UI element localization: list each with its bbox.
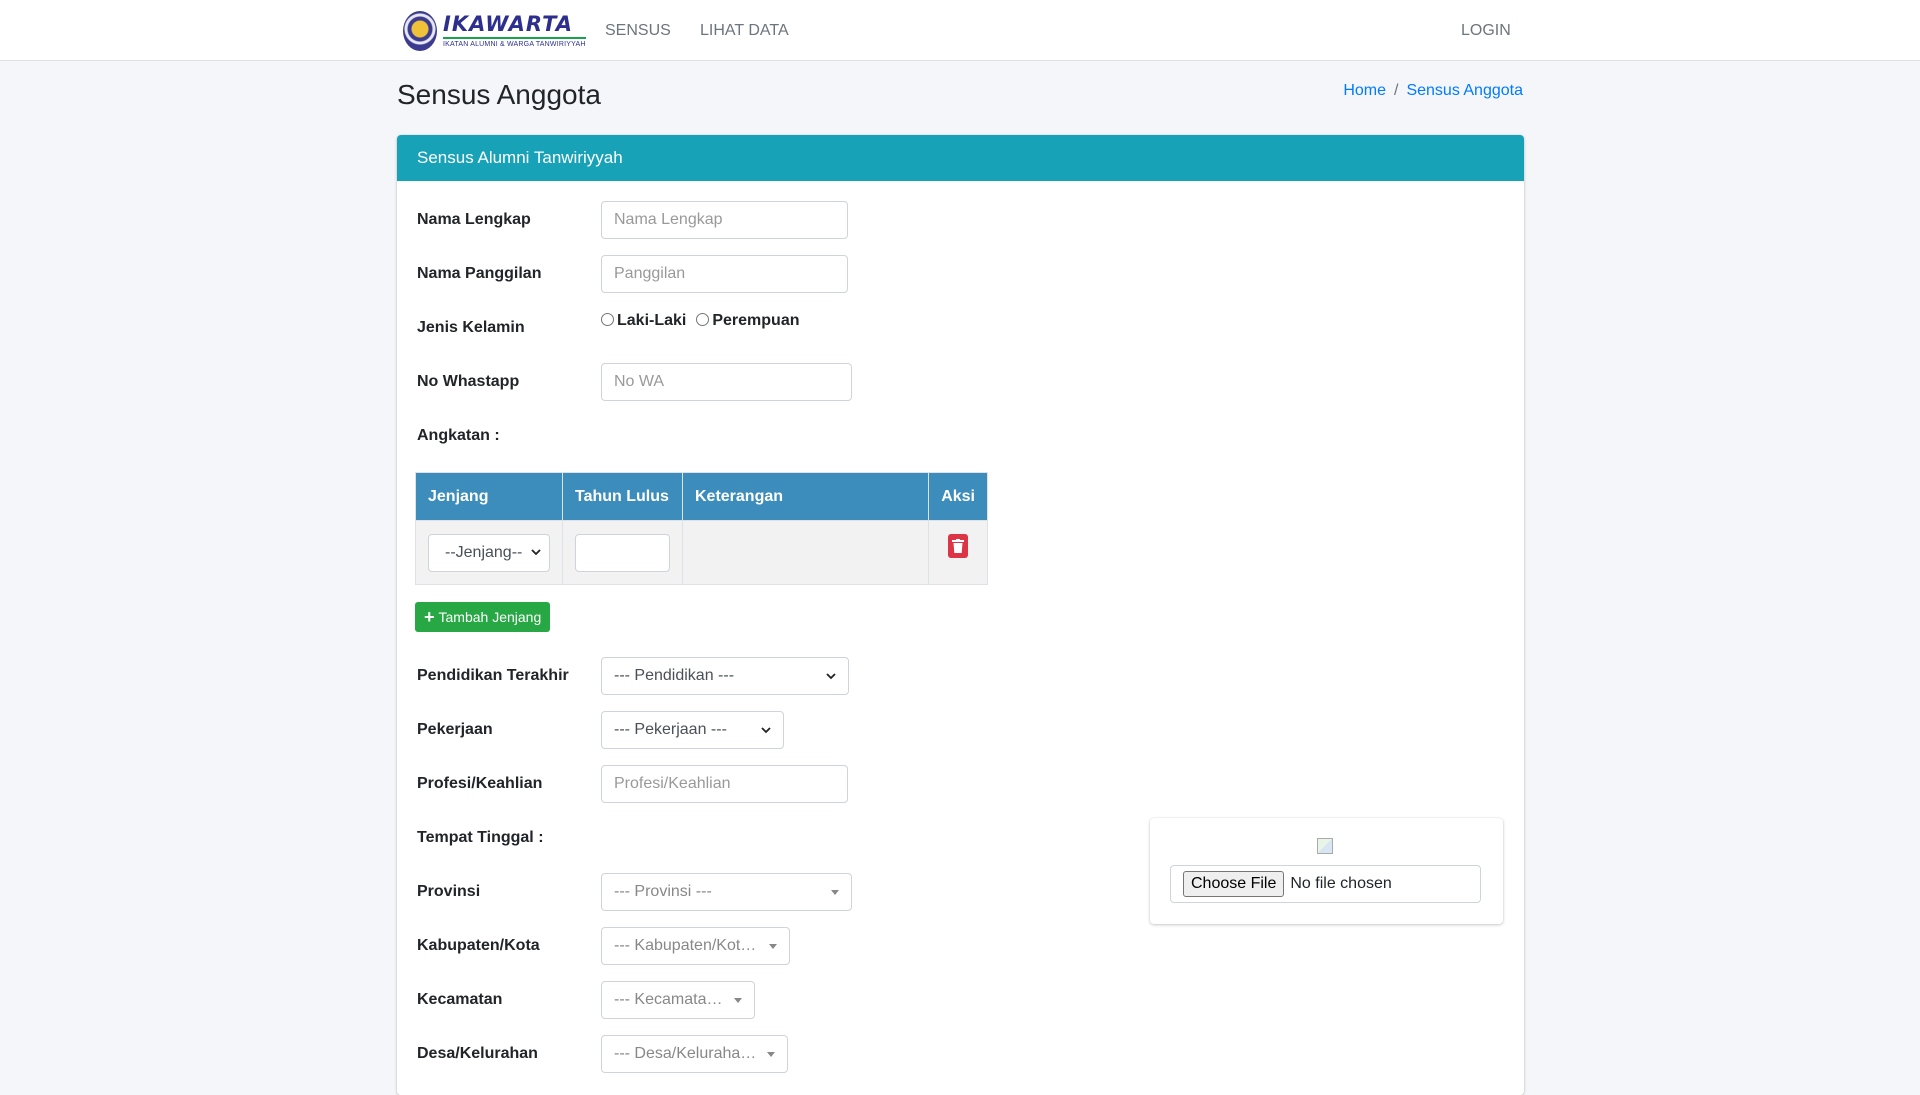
desa-select[interactable]: --- Desa/Kelurahan --- (601, 1035, 788, 1073)
radio-button-perempuan[interactable] (696, 312, 710, 326)
caret-down-icon (769, 943, 777, 949)
breadcrumb-separator: / (1394, 82, 1399, 99)
radio-laki-laki[interactable]: Laki-Laki (601, 312, 686, 330)
jenjang-select[interactable]: --Jenjang-- (428, 533, 550, 572)
caret-down-icon (734, 997, 742, 1003)
kabupaten-select[interactable]: --- Kabupaten/Kota --- (601, 927, 790, 965)
nav-link-login[interactable]: LOGIN (1461, 21, 1511, 40)
pendidikan-select-value: --- Pendidikan --- (614, 667, 735, 684)
th-keterangan: Keterangan (681, 472, 930, 521)
brand-underline (443, 36, 586, 39)
radio-label-laki-laki: Laki-Laki (617, 312, 687, 329)
kecamatan-select[interactable]: --- Kecamatan --- (601, 981, 755, 1019)
label-kabupaten: Kabupaten/Kota (417, 937, 540, 954)
provinsi-select[interactable]: --- Provinsi --- (601, 873, 852, 911)
kabupaten-select-value: --- Kabupaten/Kota --- (614, 937, 761, 954)
pekerjaan-select[interactable]: --- Pekerjaan --- (601, 711, 784, 749)
chevron-down-icon (761, 726, 771, 733)
nama-panggilan-input[interactable] (601, 255, 848, 293)
label-angkatan: Angkatan : (417, 427, 500, 444)
tahun-lulus-input[interactable] (575, 533, 670, 572)
breadcrumb-home[interactable]: Home (1343, 81, 1386, 100)
provinsi-select-value: --- Provinsi --- (614, 883, 712, 900)
tambah-jenjang-button[interactable]: + Tambah Jenjang (415, 602, 551, 632)
table-header-row: Jenjang Tahun Lulus Keterangan Aksi (415, 472, 988, 521)
radio-button-laki-laki[interactable] (601, 312, 614, 326)
card-title: Sensus Alumni Tanwiriyyah (397, 135, 1524, 181)
choose-file-button[interactable]: Choose File (1183, 871, 1285, 897)
seal-icon (403, 10, 437, 51)
cell-jenjang: --Jenjang-- (415, 520, 563, 585)
label-provinsi: Provinsi (417, 883, 481, 900)
nama-lengkap-input[interactable] (601, 201, 848, 239)
profesi-input[interactable] (601, 765, 848, 803)
cell-tahun-lulus (562, 520, 683, 585)
caret-down-icon (831, 889, 839, 895)
pendidikan-select[interactable]: --- Pendidikan --- (601, 657, 849, 695)
label-nama-panggilan: Nama Panggilan (417, 265, 542, 282)
label-desa: Desa/Kelurahan (417, 1045, 538, 1062)
table-row: --Jenjang-- (415, 520, 988, 585)
nav-link-sensus[interactable]: SENSUS (605, 21, 671, 40)
breadcrumb-current[interactable]: Sensus Anggota (1406, 81, 1523, 100)
cell-keterangan (681, 520, 930, 585)
label-tempat-tinggal: Tempat Tinggal : (417, 829, 544, 846)
cell-aksi (928, 520, 988, 585)
delete-row-button[interactable] (948, 533, 969, 558)
label-pekerjaan: Pekerjaan (417, 721, 493, 738)
caret-down-icon (767, 1051, 775, 1057)
trash-icon (952, 538, 965, 553)
photo-upload-box: Choose File No file chosen (1150, 818, 1503, 924)
jenjang-select-value: --Jenjang-- (445, 543, 523, 561)
label-no-whatsapp: No Whastapp (417, 373, 520, 390)
pekerjaan-select-value: --- Pekerjaan --- (614, 721, 727, 738)
page-title: Sensus Anggota (397, 79, 601, 110)
kecamatan-select-value: --- Kecamatan --- (614, 991, 726, 1008)
file-input[interactable]: Choose File No file chosen (1170, 865, 1481, 903)
th-aksi: Aksi (928, 472, 988, 521)
radio-perempuan[interactable]: Perempuan (696, 312, 800, 330)
plus-icon: + (424, 607, 435, 627)
no-whatsapp-input[interactable] (601, 363, 852, 401)
census-form-card: Sensus Alumni Tanwiriyyah Nama Lengkap N… (397, 135, 1524, 1095)
brand-text: IKAWARTA IKATAN ALUMNI & WARGA TANWIRIYY… (443, 13, 586, 49)
broken-image-icon (1317, 838, 1333, 854)
radio-label-perempuan: Perempuan (712, 312, 800, 329)
tambah-jenjang-label: Tambah Jenjang (438, 609, 542, 625)
gender-radio-group: Laki-Laki Perempuan (601, 312, 810, 330)
file-status: No file chosen (1290, 875, 1392, 892)
label-pendidikan: Pendidikan Terakhir (417, 667, 569, 684)
th-jenjang: Jenjang (415, 472, 563, 521)
th-tahun-lulus: Tahun Lulus (562, 472, 683, 521)
chevron-down-icon (531, 549, 541, 556)
label-nama-lengkap: Nama Lengkap (417, 211, 531, 228)
top-navbar: IKAWARTA IKATAN ALUMNI & WARGA TANWIRIYY… (0, 0, 1920, 61)
label-kecamatan: Kecamatan (417, 991, 503, 1008)
breadcrumb: Home / Sensus Anggota (1343, 81, 1523, 100)
label-profesi: Profesi/Keahlian (417, 775, 543, 792)
nav-link-lihat-data[interactable]: LIHAT DATA (700, 21, 789, 40)
label-jenis-kelamin: Jenis Kelamin (417, 319, 525, 336)
brand-logo[interactable]: IKAWARTA IKATAN ALUMNI & WARGA TANWIRIYY… (403, 9, 586, 52)
brand-name: IKAWARTA (443, 11, 574, 36)
brand-subtitle: IKATAN ALUMNI & WARGA TANWIRIYYAH (443, 40, 586, 48)
chevron-down-icon (826, 672, 836, 679)
angkatan-table: Jenjang Tahun Lulus Keterangan Aksi --Je… (415, 472, 988, 585)
desa-select-value: --- Desa/Kelurahan --- (614, 1045, 759, 1062)
